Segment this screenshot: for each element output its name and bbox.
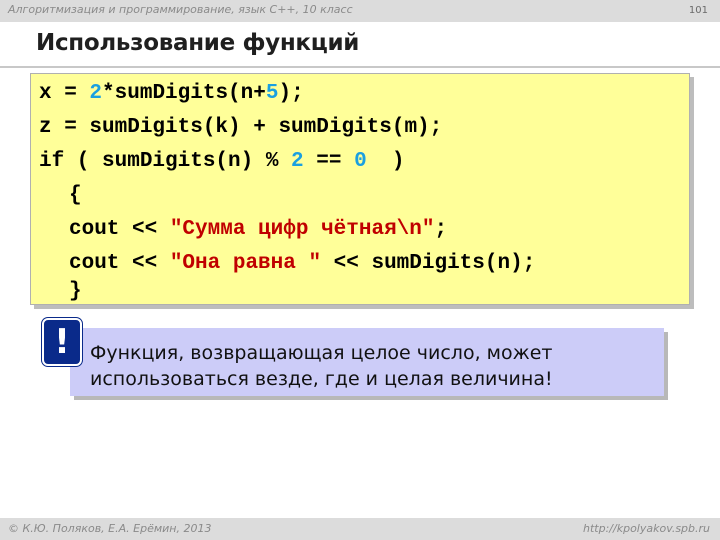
code-line-1: x = 2*sumDigits(n+5); — [39, 82, 304, 105]
code-line-5: cout << "Сумма цифр чётная\n"; — [69, 218, 448, 241]
exclamation-icon: ! — [42, 318, 82, 366]
header-bar: Алгоритмизация и программирование, язык … — [0, 0, 720, 22]
site-link[interactable]: http://kpolyakov.spb.ru — [583, 522, 710, 535]
code-line-6: cout << "Она равна " << sumDigits(n); — [69, 252, 536, 275]
note-text: Функция, возвращающая целое число, может… — [90, 342, 553, 390]
note-callout: Функция, возвращающая целое число, может… — [70, 328, 664, 396]
code-line-7: } — [69, 280, 82, 303]
code-block: x = 2*sumDigits(n+5); z = sumDigits(k) +… — [30, 73, 690, 305]
slide-title: Использование функций — [36, 30, 360, 56]
course-title: Алгоритмизация и программирование, язык … — [8, 3, 353, 16]
code-line-2: z = sumDigits(k) + sumDigits(m); — [39, 116, 443, 139]
code-line-3: if ( sumDigits(n) % 2 == 0 ) — [39, 150, 405, 173]
code-line-4: { — [69, 184, 82, 207]
copyright-text: © К.Ю. Поляков, Е.А. Ерёмин, 2013 — [8, 522, 212, 535]
title-divider — [0, 66, 720, 68]
footer-bar: © К.Ю. Поляков, Е.А. Ерёмин, 2013 http:/… — [0, 518, 720, 540]
page-number: 101 — [688, 5, 708, 16]
